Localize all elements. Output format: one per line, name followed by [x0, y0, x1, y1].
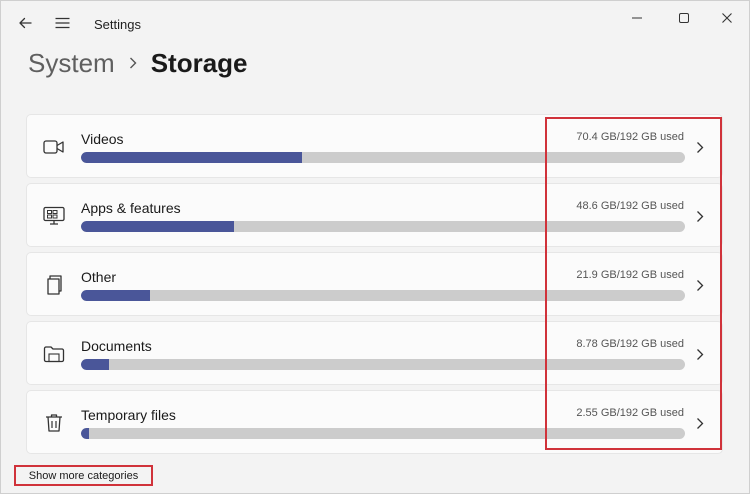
page-title: Storage [150, 47, 248, 78]
minimize-icon [632, 17, 642, 19]
category-label: Apps & features [81, 200, 181, 216]
usage-bar [81, 221, 685, 232]
minimize-button[interactable] [617, 5, 657, 31]
back-button[interactable] [11, 9, 39, 37]
category-label: Documents [81, 338, 152, 354]
arrow-left-icon [19, 17, 32, 29]
video-camera-icon [42, 135, 66, 159]
usage-bar-fill [81, 428, 90, 439]
chevron-right-icon [692, 275, 708, 295]
storage-category-list: Videos 70.4 GB/192 GB used Apps & featur… [26, 114, 723, 459]
maximize-icon [679, 13, 689, 23]
app-title: Settings [94, 17, 141, 32]
category-usage: 70.4 GB/192 GB used [576, 131, 684, 143]
title-bar: Settings [1, 1, 749, 45]
maximize-button[interactable] [664, 5, 704, 31]
usage-bar-fill [81, 152, 303, 163]
close-icon [722, 13, 732, 23]
usage-bar [81, 290, 685, 301]
category-label: Temporary files [81, 407, 176, 423]
chevron-right-icon [692, 413, 708, 433]
usage-bar [81, 428, 685, 439]
category-usage: 8.78 GB/192 GB used [576, 338, 684, 350]
chevron-right-icon [692, 206, 708, 226]
chevron-right-icon [692, 137, 708, 157]
apps-icon [42, 204, 66, 228]
category-usage: 48.6 GB/192 GB used [576, 200, 684, 212]
breadcrumb-system[interactable]: System [28, 48, 115, 79]
trash-icon [42, 411, 66, 435]
category-row-apps-features[interactable]: Apps & features 48.6 GB/192 GB used [26, 183, 723, 247]
breadcrumb: System Storage [28, 45, 248, 81]
chevron-right-icon [692, 344, 708, 364]
category-row-documents[interactable]: Documents 8.78 GB/192 GB used [26, 321, 723, 385]
hamburger-icon [55, 17, 69, 29]
category-label: Other [81, 269, 117, 285]
category-label: Videos [81, 131, 124, 147]
usage-bar [81, 152, 685, 163]
settings-window: Settings System Storage Videos 70.4 GB/1… [0, 0, 750, 494]
category-row-other[interactable]: Other 21.9 GB/192 GB used [26, 252, 723, 316]
category-usage: 21.9 GB/192 GB used [576, 269, 684, 281]
other-files-icon [42, 273, 66, 297]
chevron-right-icon [129, 57, 137, 69]
navigation-menu-button[interactable] [48, 9, 76, 37]
category-row-videos[interactable]: Videos 70.4 GB/192 GB used [26, 114, 723, 178]
category-usage: 2.55 GB/192 GB used [576, 407, 684, 419]
category-row-temporary-files[interactable]: Temporary files 2.55 GB/192 GB used [26, 390, 723, 454]
usage-bar-fill [81, 290, 150, 301]
usage-bar [81, 359, 685, 370]
usage-bar-fill [81, 221, 234, 232]
usage-bar-fill [81, 359, 109, 370]
show-more-categories-link[interactable]: Show more categories [14, 465, 153, 486]
folder-icon [42, 342, 66, 366]
close-button[interactable] [707, 5, 747, 31]
